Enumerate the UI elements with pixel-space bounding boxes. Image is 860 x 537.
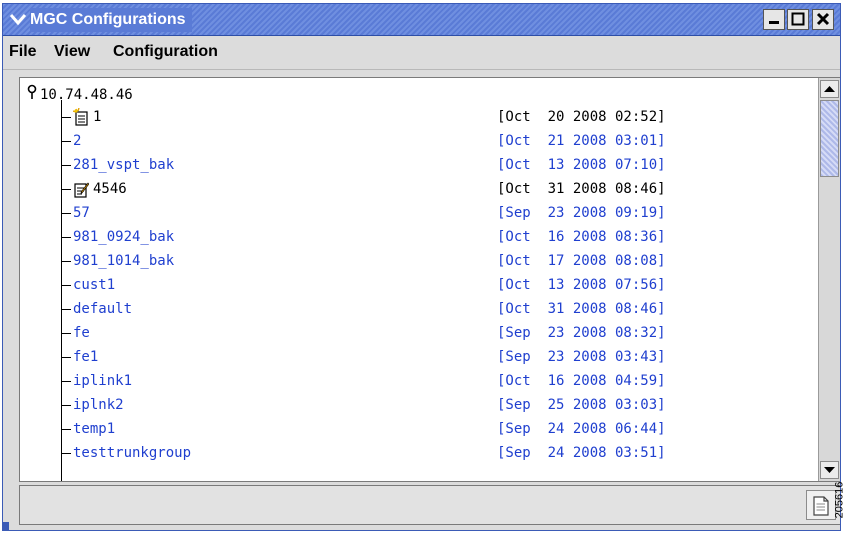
tree-branch-line: [61, 165, 71, 166]
tree-node-label[interactable]: temp1: [73, 419, 115, 439]
scrollbar-thumb[interactable]: [820, 100, 839, 177]
tree-branch-line: [61, 381, 71, 382]
tree-node[interactable]: 981_0924_bak [Oct 16 2008 08:36]: [61, 227, 781, 247]
tree-branch-line: [61, 141, 71, 142]
tree-branch-line: [61, 333, 71, 334]
tree-root[interactable]: 10.74.48.46: [26, 84, 133, 104]
menu-configuration[interactable]: Configuration: [113, 43, 218, 61]
tree-node[interactable]: default [Oct 31 2008 08:46]: [61, 299, 781, 319]
scroll-down-button[interactable]: [820, 461, 839, 479]
new-notepad-icon: [72, 107, 89, 126]
tree-node-date: [Oct 16 2008 08:36]: [497, 229, 666, 245]
tree-branch-line: [61, 405, 71, 406]
tree-node[interactable]: 981_1014_bak [Oct 17 2008 08:08]: [61, 251, 781, 271]
tree-node[interactable]: 1 [Oct 20 2008 02:52]: [61, 107, 781, 127]
menu-file[interactable]: File: [9, 43, 37, 61]
tree-node-label[interactable]: fe1: [73, 347, 98, 367]
tree-branch-line: [61, 357, 71, 358]
tree-node-date: [Oct 21 2008 03:01]: [497, 133, 666, 149]
tree-branch-line: [61, 453, 71, 454]
tree-branch-line: [61, 309, 71, 310]
tree-node-date: [Sep 25 2008 03:03]: [497, 397, 666, 413]
tree-node[interactable]: iplink1 [Oct 16 2008 04:59]: [61, 371, 781, 391]
window-bottom-edge: [3, 522, 9, 530]
tree-node-label[interactable]: default: [73, 299, 132, 319]
tree-node-date: [Oct 31 2008 08:46]: [497, 301, 666, 317]
minimize-button[interactable]: [763, 9, 785, 30]
tree-node-label[interactable]: testtrunkgroup: [73, 443, 191, 463]
tree-node-date: [Sep 23 2008 08:32]: [497, 325, 666, 341]
tree-root-label: 10.74.48.46: [40, 87, 133, 103]
configuration-tree-panel: 10.74.48.46 1 [Oct 20 2008 02:52] 2 [Oct 21…: [19, 77, 840, 482]
tree-node[interactable]: cust1 [Oct 13 2008 07:56]: [61, 275, 781, 295]
close-button[interactable]: [812, 9, 834, 30]
menu-bar: File View Configuration: [3, 37, 840, 70]
tree-node[interactable]: 57 [Sep 23 2008 09:19]: [61, 203, 781, 223]
tree-node-date: [Oct 13 2008 07:56]: [497, 277, 666, 293]
tree-node[interactable]: 4546 [Oct 31 2008 08:46]: [61, 179, 781, 199]
tree-node-label[interactable]: 57: [73, 203, 90, 223]
minimize-icon: [769, 21, 779, 24]
document-icon: [813, 496, 829, 516]
tree-node[interactable]: testtrunkgroup [Sep 24 2008 03:51]: [61, 443, 781, 463]
tree-node-date: [Oct 20 2008 02:52]: [497, 109, 666, 125]
window-menu-chevron-icon[interactable]: [9, 11, 27, 27]
tree-node-label[interactable]: 981_1014_bak: [73, 251, 174, 271]
tree-node-label[interactable]: 981_0924_bak: [73, 227, 174, 247]
tree-node-date: [Sep 24 2008 03:51]: [497, 445, 666, 461]
tree-branch-line: [61, 117, 71, 118]
tree-node-label[interactable]: 1: [93, 107, 101, 127]
maximize-icon: [791, 12, 805, 26]
tree-node-date: [Sep 23 2008 09:19]: [497, 205, 666, 221]
tree-node-date: [Oct 17 2008 08:08]: [497, 253, 666, 269]
configuration-tree: 10.74.48.46 1 [Oct 20 2008 02:52] 2 [Oct 21…: [20, 78, 818, 481]
tree-node[interactable]: fe1 [Sep 23 2008 03:43]: [61, 347, 781, 367]
maximize-button[interactable]: [787, 9, 809, 30]
figure-number: 205616: [833, 481, 846, 519]
tree-branch-line: [61, 285, 71, 286]
tree-node-date: [Sep 24 2008 06:44]: [497, 421, 666, 437]
tree-node-date: [Oct 13 2008 07:10]: [497, 157, 666, 173]
tree-node[interactable]: temp1 [Sep 24 2008 06:44]: [61, 419, 781, 439]
edit-notepad-icon: [73, 180, 90, 198]
tree-node[interactable]: 281_vspt_bak [Oct 13 2008 07:10]: [61, 155, 781, 175]
document-button[interactable]: [806, 490, 836, 520]
close-icon: [816, 12, 830, 26]
mgc-configurations-window: MGC Configurations File View Configurati…: [2, 3, 841, 531]
tree-node-label[interactable]: cust1: [73, 275, 115, 295]
arrow-up-icon: [824, 86, 835, 92]
tree-node[interactable]: 2 [Oct 21 2008 03:01]: [61, 131, 781, 151]
title-bar[interactable]: MGC Configurations: [3, 4, 840, 36]
vertical-scrollbar[interactable]: [818, 78, 840, 481]
tree-branch-line: [61, 429, 71, 430]
window-title: MGC Configurations: [30, 8, 192, 32]
tree-node[interactable]: fe [Sep 23 2008 08:32]: [61, 323, 781, 343]
tree-node-label[interactable]: iplnk2: [73, 395, 124, 415]
tree-node-label[interactable]: 4546: [93, 179, 127, 199]
menu-view[interactable]: View: [54, 43, 90, 61]
tree-branch-line: [61, 261, 71, 262]
status-bar: [19, 485, 840, 525]
scroll-up-button[interactable]: [820, 80, 839, 98]
tree-node[interactable]: iplnk2 [Sep 25 2008 03:03]: [61, 395, 781, 415]
tree-node-date: [Sep 23 2008 03:43]: [497, 349, 666, 365]
tree-node-date: [Oct 31 2008 08:46]: [497, 181, 666, 197]
tree-node-label[interactable]: fe: [73, 323, 90, 343]
arrow-down-icon: [824, 467, 835, 473]
tree-node-label[interactable]: iplink1: [73, 371, 132, 391]
tree-node-label[interactable]: 2: [73, 131, 81, 151]
tree-branch-line: [61, 213, 71, 214]
tree-node-date: [Oct 16 2008 04:59]: [497, 373, 666, 389]
tree-branch-line: [61, 237, 71, 238]
tree-node-label[interactable]: 281_vspt_bak: [73, 155, 174, 175]
tree-branch-line: [61, 189, 71, 190]
key-icon: [26, 84, 40, 106]
